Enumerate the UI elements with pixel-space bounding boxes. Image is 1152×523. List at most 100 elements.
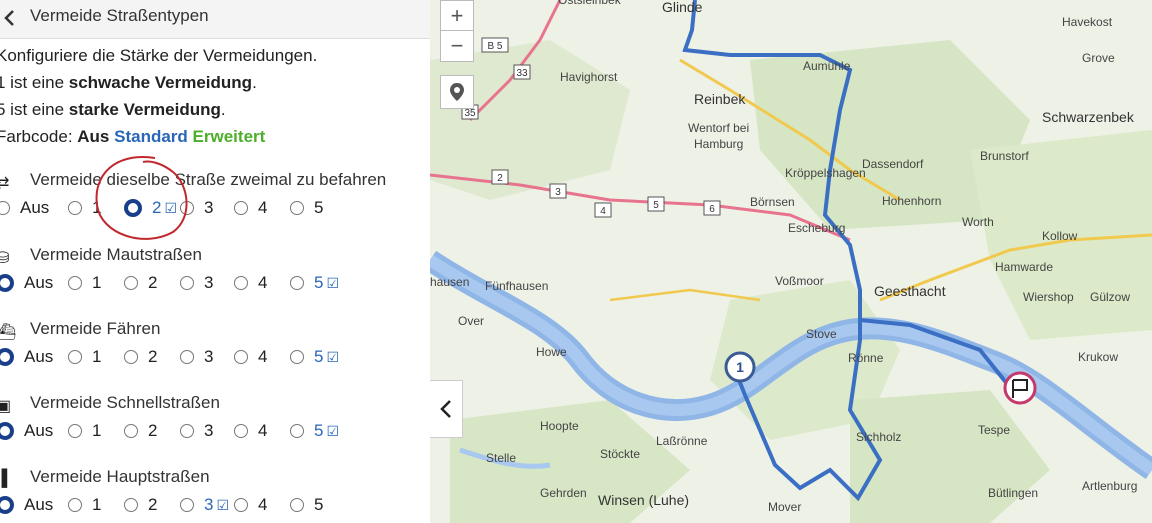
section-title: Vermeide Fähren	[30, 319, 161, 338]
map-place-label: Howe	[536, 345, 567, 359]
intro-weak: 1 ist eine schwache Vermeidung.	[0, 73, 257, 92]
radio-button[interactable]	[180, 276, 194, 290]
radio-option-5[interactable]: 5 ☑	[290, 420, 339, 442]
radio-option-2[interactable]: 2	[124, 346, 157, 368]
route-map[interactable]: 1 B 5 33 35 2 3 4 5 6 Glinde Havekost Ostsieinbek…	[430, 0, 1152, 523]
radio-option-4[interactable]: 4	[234, 494, 267, 516]
radio-button[interactable]	[124, 276, 138, 290]
radio-option-4[interactable]: 4	[234, 420, 267, 442]
radio-button[interactable]	[68, 201, 82, 215]
radio-option-3[interactable]: 3	[180, 346, 213, 368]
map-place-label: Ostsieinbek	[558, 0, 622, 7]
location-pin-icon	[450, 83, 464, 101]
radio-button[interactable]	[124, 350, 138, 364]
radio-option-2[interactable]: 2	[124, 494, 157, 516]
map-place-label: Glinde	[662, 0, 703, 15]
radio-button[interactable]	[68, 424, 82, 438]
location-pin-button[interactable]	[440, 75, 474, 109]
map-place-label: Brunstorf	[980, 149, 1029, 163]
radio-button[interactable]	[124, 498, 138, 512]
toll-icon: ⛁	[0, 250, 10, 267]
map-place-label: Gehrden	[540, 486, 587, 500]
back-arrow-icon[interactable]	[0, 4, 20, 32]
zoom-in-button[interactable]: +	[440, 0, 474, 32]
radio-option-off[interactable]: Aus	[0, 272, 53, 294]
radio-label: 1	[92, 273, 102, 292]
road-icon: ▐	[0, 470, 8, 487]
map-place-label: Fünfhausen	[485, 279, 548, 293]
radio-button[interactable]	[0, 496, 14, 514]
map-place-label: Voßmoor	[775, 274, 824, 288]
map-place-label: Havighorst	[560, 70, 618, 84]
road-number-label: 3	[555, 187, 561, 198]
radio-option-off[interactable]: Aus	[0, 346, 53, 368]
radio-option-4[interactable]: 4	[234, 272, 267, 294]
radio-button[interactable]	[68, 498, 82, 512]
radio-button[interactable]	[290, 424, 304, 438]
radio-button[interactable]	[68, 350, 82, 364]
radio-button[interactable]	[234, 201, 248, 215]
radio-label: 4	[258, 347, 268, 366]
radio-option-2[interactable]: 2	[124, 420, 157, 442]
radio-button[interactable]	[290, 276, 304, 290]
map-place-label: Tespe	[978, 423, 1010, 437]
radio-label: 5	[314, 495, 324, 514]
radio-option-off[interactable]: Aus	[0, 420, 53, 442]
radio-option-1[interactable]: 1	[68, 420, 101, 442]
zoom-out-button[interactable]: −	[440, 30, 474, 62]
map-place-label: Laßrönne	[656, 434, 708, 448]
radio-button[interactable]	[234, 498, 248, 512]
section-title: Vermeide Schnellstraßen	[30, 393, 220, 412]
radio-label: 1	[92, 421, 102, 440]
radio-option-5[interactable]: 5	[290, 197, 323, 219]
radio-option-3[interactable]: 3	[180, 420, 213, 442]
radio-button[interactable]	[180, 498, 194, 512]
radio-option-3[interactable]: 3 ☑	[180, 494, 229, 516]
map-place-label: Winsen (Luhe)	[598, 492, 689, 508]
map-place-label: Reinbek	[694, 91, 746, 107]
u-turn-icon: ⇄	[0, 175, 10, 192]
radio-option-5[interactable]: 5 ☑	[290, 272, 339, 294]
radio-option-4[interactable]: 4	[234, 197, 267, 219]
radio-button[interactable]	[234, 276, 248, 290]
radio-button[interactable]	[290, 350, 304, 364]
radio-button[interactable]	[290, 201, 304, 215]
radio-option-4[interactable]: 4	[234, 346, 267, 368]
checkbox-checked-icon: ☑	[326, 274, 340, 291]
radio-button[interactable]	[124, 424, 138, 438]
radio-button[interactable]	[180, 424, 194, 438]
radio-option-off[interactable]: Aus	[0, 494, 53, 516]
map-place-label: Dassendorf	[862, 157, 924, 171]
radio-option-1[interactable]: 1	[68, 494, 101, 516]
radio-button[interactable]	[0, 274, 14, 292]
radio-label: Aus	[24, 495, 54, 514]
waypoint-number[interactable]: 1	[736, 359, 744, 375]
radio-option-5[interactable]: 5 ☑	[290, 346, 339, 368]
radio-label: 1	[92, 495, 102, 514]
radio-option-off[interactable]: Aus	[0, 197, 49, 219]
radio-option-3[interactable]: 3	[180, 272, 213, 294]
collapse-panel-button[interactable]	[430, 380, 463, 438]
radio-button[interactable]	[180, 350, 194, 364]
radio-label: Aus	[24, 273, 54, 292]
radio-option-5[interactable]: 5	[290, 494, 323, 516]
map-place-label: Artlenburg	[1082, 479, 1137, 493]
map-canvas[interactable]: 1 B 5 33 35 2 3 4 5 6 Glinde Havekost Ostsieinbek…	[430, 0, 1152, 523]
radio-button[interactable]	[0, 348, 14, 366]
radio-option-2[interactable]: 2	[124, 272, 157, 294]
map-place-label: Worth	[962, 215, 994, 229]
radio-option-1[interactable]: 1	[68, 346, 101, 368]
radio-button[interactable]	[0, 201, 10, 215]
radio-button[interactable]	[0, 422, 14, 440]
map-place-label: Grove	[1082, 51, 1115, 65]
map-place-label: Krukow	[1078, 350, 1118, 364]
radio-label: 5	[314, 198, 324, 217]
map-place-label: hausen	[430, 275, 469, 289]
radio-button[interactable]	[234, 350, 248, 364]
radio-button[interactable]	[290, 498, 304, 512]
radio-label: 4	[258, 421, 268, 440]
radio-button[interactable]	[234, 424, 248, 438]
radio-option-1[interactable]: 1	[68, 272, 101, 294]
radio-label: 2	[148, 495, 158, 514]
radio-button[interactable]	[68, 276, 82, 290]
